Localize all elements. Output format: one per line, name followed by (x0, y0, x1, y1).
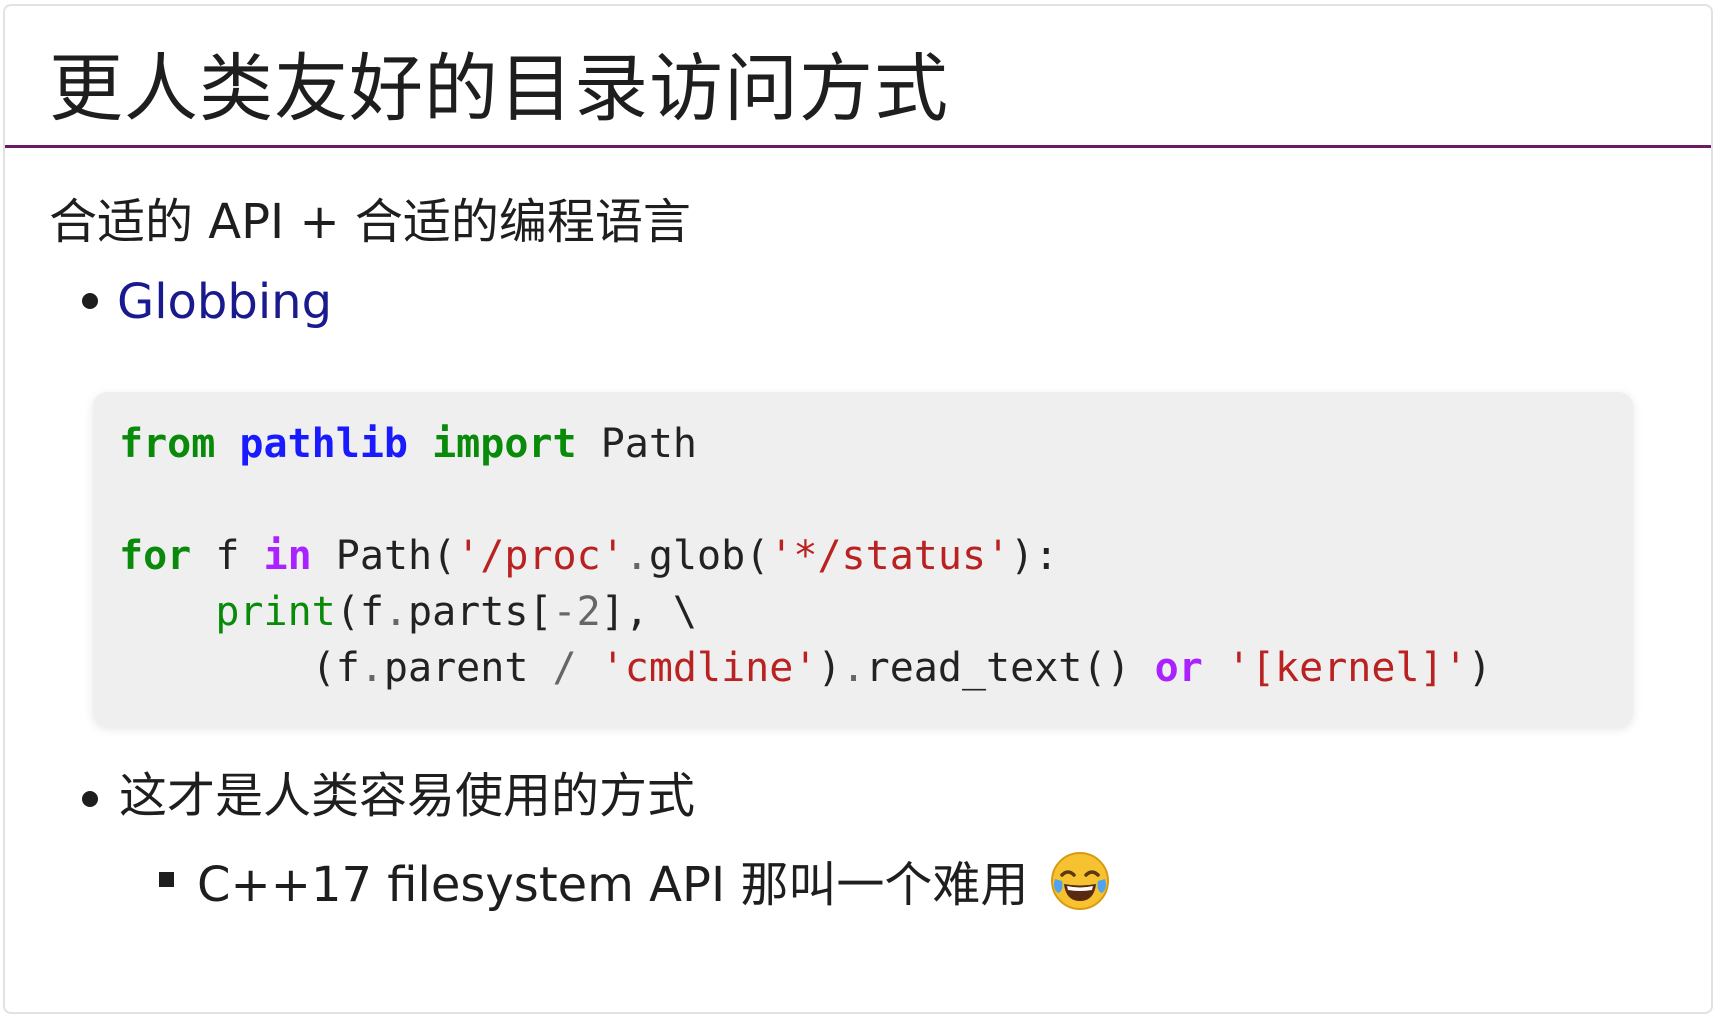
code-keyword-for: for (119, 533, 192, 579)
subtitle: 合适的 API + 合适的编程语言 (49, 194, 691, 250)
code-rest: ], \ (600, 589, 698, 635)
code-dot: . (841, 645, 866, 691)
bullet-item-globbing: Globbing (117, 272, 332, 332)
code-name: Path (600, 421, 698, 467)
code-attr-parts: parts[ (408, 589, 553, 635)
code-module: pathlib (239, 421, 408, 467)
code-call-read-text: read_text() (865, 645, 1155, 691)
code-keyword-import: import (432, 421, 577, 467)
bullet-dot-1 (82, 293, 98, 309)
code-call-glob: glob( (648, 533, 770, 579)
code-var: f (215, 533, 240, 579)
code-string-kernel: '[kernel]' (1226, 645, 1468, 691)
code-open: (f (335, 589, 384, 635)
sub-bullet-item: C++17 filesystem API 那叫一个难用 (197, 851, 1110, 915)
code-dot: . (624, 533, 649, 579)
slide: 更人类友好的目录访问方式 合适的 API + 合适的编程语言 Globbing … (3, 4, 1713, 1014)
face-with-tears-of-joy-icon (1050, 851, 1110, 911)
code-builtin-print: print (215, 589, 336, 635)
code-block: from pathlib import Path for f in Path('… (93, 392, 1633, 726)
globbing-link[interactable]: Globbing (117, 274, 332, 330)
bullet-item-2: 这才是人类容易使用的方式 (119, 768, 696, 824)
sub-bullet-text: C++17 filesystem API 那叫一个难用 (197, 857, 1029, 913)
code-keyword-or: or (1154, 645, 1203, 691)
bullet-dot-2 (82, 791, 98, 807)
code-operator-slash: / (552, 645, 577, 691)
code-line-5: (f.parent / 'cmdline').read_text() or '[… (119, 640, 1607, 696)
title-bar: 更人类友好的目录访问方式 (5, 6, 1711, 148)
code-line-4: print(f.parts[-2], \ (119, 584, 1607, 640)
code-keyword-in: in (263, 533, 312, 579)
sub-bullet-square (159, 872, 174, 887)
code-close: ) (1467, 645, 1492, 691)
code-line-1: from pathlib import Path (119, 416, 1607, 472)
code-string-status: '*/status' (769, 533, 1011, 579)
code-dot: . (359, 645, 384, 691)
code-string-proc: '/proc' (456, 533, 625, 579)
code-call-path: Path( (335, 533, 457, 579)
code-number: -2 (552, 589, 601, 635)
code-line-3: for f in Path('/proc'.glob('*/status'): (119, 528, 1607, 584)
code-string-cmdline: 'cmdline' (600, 645, 818, 691)
page-title: 更人类友好的目录访问方式 (49, 46, 949, 132)
code-close: ): (1010, 533, 1059, 579)
code-dot: . (383, 589, 409, 635)
code-keyword-from: from (119, 421, 216, 467)
code-open: (f (311, 645, 360, 691)
code-close: ) (817, 645, 842, 691)
code-attr-parent: parent (383, 645, 553, 691)
